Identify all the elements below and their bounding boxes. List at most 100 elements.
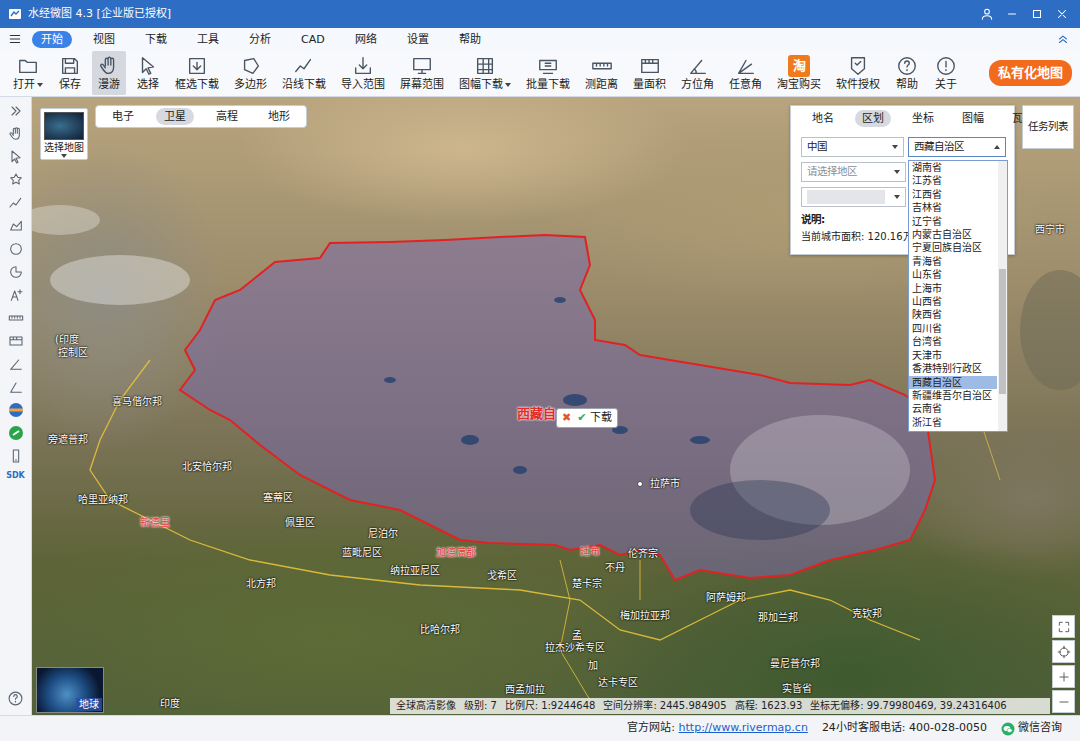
toolbar-button[interactable]: 测距离 — [580, 51, 623, 95]
map-picker-button[interactable]: 选择地图 — [40, 108, 88, 160]
toolbar-button[interactable]: 多边形 — [229, 51, 272, 95]
dropdown-option[interactable]: 江苏省 — [909, 174, 997, 187]
dropdown-option[interactable]: 辽宁省 — [909, 215, 997, 228]
cursor-icon[interactable] — [8, 149, 24, 165]
dropdown-option[interactable]: 天津市 — [909, 349, 997, 362]
toolbar-button[interactable]: 任意角 — [724, 51, 767, 95]
menu-tab[interactable]: 网络 — [346, 31, 386, 48]
minimize-button[interactable] — [999, 3, 1024, 25]
menu-tab[interactable]: 视图 — [84, 31, 124, 48]
wechat-button[interactable]: 微信咨询 — [1001, 720, 1062, 737]
province-select[interactable]: 西藏自治区 — [908, 137, 1006, 157]
map-type-tab[interactable]: 卫星 — [156, 108, 194, 125]
sdk-button[interactable]: SDK — [6, 471, 25, 481]
angle-icon[interactable] — [8, 379, 24, 395]
locate-button[interactable] — [1052, 640, 1075, 663]
panel-tab[interactable]: 地名 — [805, 110, 841, 127]
cancel-button[interactable]: ✖ — [562, 410, 571, 426]
globe-button[interactable]: 地球 — [36, 667, 104, 713]
dropdown-option[interactable]: 云南省 — [909, 402, 997, 415]
menu-tab[interactable]: 设置 — [398, 31, 438, 48]
dropdown-option[interactable]: 台湾省 — [909, 335, 997, 348]
collapse-ribbon-icon[interactable] — [1056, 32, 1070, 46]
dropdown-option[interactable]: 浙江省 — [909, 416, 997, 429]
private-map-button[interactable]: 私有化地图 — [989, 60, 1072, 86]
link-icon[interactable] — [8, 425, 24, 441]
menu-tab[interactable]: 下载 — [136, 31, 176, 48]
panel-tab[interactable]: 区划 — [855, 110, 891, 127]
map-place-label: 达卡专区 — [598, 677, 638, 689]
dropdown-option[interactable]: 山西省 — [909, 295, 997, 308]
dropdown-option[interactable]: 江西省 — [909, 188, 997, 201]
hand-icon[interactable] — [8, 126, 24, 142]
line-icon[interactable] — [8, 195, 24, 211]
dropdown-option[interactable]: 吉林省 — [909, 201, 997, 214]
scrollbar-thumb[interactable] — [999, 269, 1006, 394]
dropdown-option[interactable]: 四川省 — [909, 322, 997, 335]
menu-tab[interactable]: 开始 — [32, 31, 72, 48]
toolbar-button[interactable]: 量面积 — [628, 51, 671, 95]
maximize-button[interactable] — [1024, 3, 1049, 25]
expand-icon[interactable] — [8, 103, 24, 119]
weather-icon[interactable] — [8, 402, 24, 418]
user-button[interactable] — [974, 3, 999, 25]
toolbar-button[interactable]: 保存 — [53, 51, 87, 95]
task-list-button[interactable]: 任务列表 — [1022, 105, 1074, 149]
sector-icon[interactable] — [8, 264, 24, 280]
toolbar-button[interactable]: 关于 — [929, 51, 963, 95]
map-place-label: 克钦邦 — [852, 608, 882, 620]
panel-tab[interactable]: 图幅 — [955, 110, 991, 127]
text-icon[interactable] — [8, 287, 24, 303]
menu-tab[interactable]: 工具 — [188, 31, 228, 48]
dropdown-option[interactable]: 陕西省 — [909, 308, 997, 321]
toolbar-button[interactable]: 导入范围 — [336, 51, 390, 95]
measure-area-icon[interactable] — [8, 333, 24, 349]
dropdown-option[interactable]: 新疆维吾尔自治区 — [909, 389, 997, 402]
download-button[interactable]: ✔ 下载 — [577, 410, 612, 426]
map-type-tab[interactable]: 地形 — [260, 108, 298, 125]
dropdown-option[interactable]: 内蒙古自治区 — [909, 228, 997, 241]
toolbar-button[interactable]: 软件授权 — [831, 51, 885, 95]
marker-icon[interactable] — [8, 172, 24, 188]
circle-icon[interactable] — [8, 241, 24, 257]
dropdown-option[interactable]: 西藏自治区 — [909, 376, 997, 389]
area-icon[interactable] — [8, 218, 24, 234]
dropdown-option[interactable]: 青海省 — [909, 255, 997, 268]
dropdown-option[interactable]: 上海市 — [909, 282, 997, 295]
map-view[interactable]: 西宁市(印度控制区喜马偕尔邦旁遮普邦北安恰尔邦哈里亚纳邦新德里塞蒂区佩里区尼泊尔… — [32, 97, 1080, 715]
toolbar-button[interactable]: 帮助 — [890, 51, 924, 95]
menu-tab[interactable]: CAD — [292, 31, 334, 48]
toolbar-button[interactable]: 沿线下载 — [277, 51, 331, 95]
toolbar-button[interactable]: 框选下载 — [170, 51, 224, 95]
help-icon[interactable] — [7, 690, 24, 707]
dropdown-option[interactable]: 宁夏回族自治区 — [909, 241, 997, 254]
toolbar-button[interactable]: 屏幕范围 — [395, 51, 449, 95]
map-type-tab[interactable]: 电子 — [104, 108, 142, 125]
menu-tab[interactable]: 分析 — [240, 31, 280, 48]
toolbar-button[interactable]: 图幅下载 — [454, 51, 516, 95]
measure-distance-icon[interactable] — [8, 310, 24, 326]
menu-icon[interactable] — [8, 32, 22, 46]
dropdown-option[interactable]: 香港特别行政区 — [909, 362, 997, 375]
menu-tab[interactable]: 帮助 — [450, 31, 490, 48]
map-type-tab[interactable]: 高程 — [208, 108, 246, 125]
panel-tab[interactable]: 坐标 — [905, 110, 941, 127]
toolbar-button[interactable]: 打开 — [8, 51, 48, 95]
zoom-out-button[interactable] — [1052, 690, 1075, 713]
website-link[interactable]: http://www.rivermap.cn — [679, 721, 808, 734]
fullscreen-button[interactable] — [1052, 615, 1075, 638]
close-button[interactable] — [1049, 3, 1074, 25]
toolbar-button[interactable]: 选择 — [131, 51, 165, 95]
toolbar-button[interactable]: 漫游 — [92, 51, 126, 95]
toolbar-button[interactable]: 批量下载 — [521, 51, 575, 95]
dropdown-option[interactable]: 湖南省 — [909, 161, 997, 174]
azimuth-icon[interactable] — [8, 356, 24, 372]
toolbar-button[interactable]: 方位角 — [676, 51, 719, 95]
area-select[interactable]: 请选择地区 — [801, 162, 906, 182]
scrollbar[interactable] — [998, 161, 1007, 431]
dropdown-option[interactable]: 山东省 — [909, 268, 997, 281]
zoom-in-button[interactable] — [1052, 665, 1075, 688]
toolbar-button[interactable]: 淘淘宝购买 — [772, 51, 826, 95]
country-select[interactable]: 中国 — [801, 137, 904, 157]
phone-icon[interactable] — [8, 448, 24, 464]
